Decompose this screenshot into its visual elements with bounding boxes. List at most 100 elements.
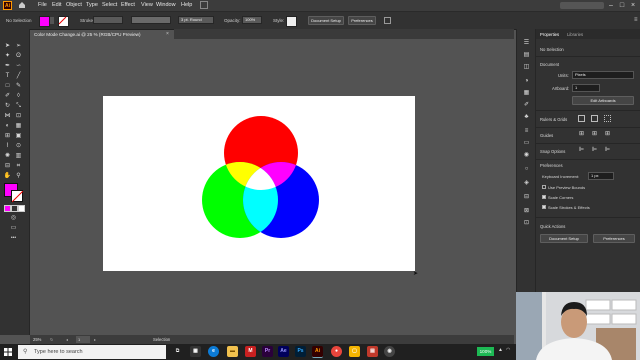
symbols-panel-icon[interactable]: ♣ — [522, 113, 531, 121]
battery-badge[interactable]: 100% — [477, 347, 494, 356]
edit-toolbar-icon[interactable]: ••• — [9, 234, 18, 242]
snap-to-grid-icon[interactable]: ⊫ — [603, 146, 612, 154]
gradient-mode-icon[interactable] — [11, 205, 18, 212]
arrange-documents-icon[interactable] — [384, 17, 391, 24]
symbol-sprayer-tool-icon[interactable]: ✺ — [3, 152, 12, 160]
screen-mode-icon[interactable]: ▭ — [9, 224, 18, 232]
quick-document-setup-button[interactable]: Document Setup — [540, 234, 588, 243]
free-transform-tool-icon[interactable]: ⊡ — [14, 112, 23, 120]
document-tab[interactable]: Color Mode Change.ai @ 25 % (RGB/CPU Pre… — [30, 29, 174, 40]
menu-object[interactable]: Object — [66, 2, 82, 8]
libraries-panel-icon[interactable]: ▤ — [522, 51, 531, 59]
eraser-tool-icon[interactable]: ◊ — [14, 92, 23, 100]
properties-panel-icon[interactable]: ☰ — [522, 39, 531, 47]
windows-start-icon[interactable] — [4, 348, 12, 356]
opacity-field[interactable]: 100% — [242, 16, 262, 24]
chrome-icon[interactable]: ● — [331, 346, 342, 357]
fill-dropdown-icon[interactable] — [50, 17, 54, 24]
magic-wand-icon[interactable]: ✦ — [3, 52, 12, 60]
graphic-styles-panel-icon[interactable]: ◈ — [522, 179, 531, 187]
photoshop-icon[interactable]: Ps — [295, 346, 306, 357]
show-guides-icon[interactable]: ⊞ — [577, 130, 586, 138]
column-graph-tool-icon[interactable]: ▥ — [14, 152, 23, 160]
slice-tool-icon[interactable]: ⌗ — [14, 162, 23, 170]
shape-builder-tool-icon[interactable]: ◐ — [3, 122, 12, 130]
scale-strokes-checkbox[interactable] — [542, 205, 546, 209]
type-tool-icon[interactable]: T — [3, 72, 12, 80]
transparency-panel-icon[interactable]: ◉ — [522, 151, 531, 159]
rulers-icon[interactable] — [578, 115, 585, 122]
lasso-tool-icon[interactable]: ʘ — [14, 52, 23, 60]
file-explorer-icon[interactable]: ▬ — [227, 346, 238, 357]
fill-swatch[interactable] — [39, 16, 50, 27]
mcafee-icon[interactable]: M — [245, 346, 256, 357]
appearance-panel-icon[interactable]: ○ — [522, 165, 531, 173]
obs-icon[interactable]: ◉ — [384, 346, 395, 357]
brush-definition[interactable]: 3 pt. Round — [178, 16, 214, 24]
curvature-tool-icon[interactable]: ∽ — [14, 62, 23, 70]
menu-help[interactable]: Help — [181, 2, 192, 8]
perspective-grid-tool-icon[interactable]: ▦ — [14, 122, 23, 130]
menu-file[interactable]: File — [38, 2, 47, 8]
stroke-panel-icon[interactable]: ≡ — [522, 127, 531, 135]
preferences-button[interactable]: Preferences — [348, 16, 376, 25]
transparency-grid-icon[interactable] — [604, 115, 611, 122]
paintbrush-tool-icon[interactable]: ✎ — [14, 82, 23, 90]
after-effects-icon[interactable]: Ae — [278, 346, 289, 357]
shaper-tool-icon[interactable]: ✐ — [3, 92, 12, 100]
stroke-color-box[interactable] — [11, 190, 23, 202]
stroke-swatch[interactable] — [58, 16, 69, 27]
taskbar-search-box[interactable]: ⚲ Type here to search — [18, 345, 166, 359]
scale-corners-checkbox[interactable] — [542, 195, 546, 199]
close-document-icon[interactable]: × — [166, 31, 169, 37]
scale-tool-icon[interactable]: ⤡ — [14, 102, 23, 110]
premiere-icon[interactable]: Pr — [262, 346, 273, 357]
menu-type[interactable]: Type — [86, 2, 98, 8]
red-app-icon[interactable]: ▤ — [367, 346, 378, 357]
quick-preferences-button[interactable]: Preferences — [593, 234, 635, 243]
lock-guides-icon[interactable]: ⊞ — [590, 130, 599, 138]
tab-libraries[interactable]: Libraries — [567, 32, 583, 37]
snap-to-point-icon[interactable]: ⊫ — [577, 146, 586, 154]
use-preview-bounds-checkbox[interactable] — [542, 185, 546, 189]
style-swatch[interactable] — [286, 16, 297, 27]
direct-selection-tool-icon[interactable]: ➢ — [14, 42, 23, 50]
artboard-dropdown[interactable]: 1 — [572, 84, 600, 92]
sticky-app-icon[interactable]: ▢ — [349, 346, 360, 357]
draw-mode-icon[interactable]: ◎ — [9, 214, 18, 222]
snap-to-pixel-icon[interactable]: ⊫ — [590, 146, 599, 154]
color-mode-icon[interactable] — [4, 205, 11, 212]
keyboard-increment-field[interactable]: 1 px — [588, 172, 614, 180]
stroke-weight-field[interactable] — [93, 16, 123, 24]
maximize-icon[interactable]: □ — [617, 1, 627, 10]
illustrator-logo-icon[interactable]: Ai — [3, 1, 12, 10]
menu-effect[interactable]: Effect — [121, 2, 135, 8]
artboard-navigator[interactable]: 1 — [76, 336, 90, 343]
selection-tool-icon[interactable]: ➤ — [3, 42, 12, 50]
next-artboard-icon[interactable]: ▸ — [94, 337, 96, 342]
close-icon[interactable]: × — [628, 1, 638, 10]
mesh-tool-icon[interactable]: ⊞ — [3, 132, 12, 140]
brushes-panel-icon[interactable]: ✐ — [522, 101, 531, 109]
document-setup-button[interactable]: Document Setup — [308, 16, 344, 25]
edit-artboards-button[interactable]: Edit Artboards — [572, 96, 634, 105]
align-panel-icon[interactable]: ⊟ — [522, 193, 531, 201]
pathfinder-panel-icon[interactable]: ⊠ — [522, 207, 531, 215]
rotate-tool-icon[interactable]: ↻ — [3, 102, 12, 110]
task-view-icon[interactable]: ⧉ — [172, 346, 183, 357]
network-icon[interactable]: ▲ — [498, 347, 503, 353]
grid-icon[interactable] — [591, 115, 598, 122]
tab-properties[interactable]: Properties — [540, 32, 559, 37]
units-dropdown[interactable]: Pixels — [572, 71, 634, 79]
layers-panel-icon[interactable]: ◫ — [522, 63, 531, 71]
menu-select[interactable]: Select — [102, 2, 117, 8]
prev-artboard-icon[interactable]: ◂ — [66, 337, 68, 342]
eyedropper-tool-icon[interactable]: ⌇ — [3, 142, 12, 150]
edge-browser-icon[interactable]: e — [208, 346, 219, 357]
illustrator-taskbar-icon[interactable]: Ai — [312, 346, 323, 358]
zoom-level[interactable]: 25% — [33, 337, 41, 342]
hand-tool-icon[interactable]: ✋ — [3, 172, 12, 180]
none-mode-icon[interactable] — [18, 205, 25, 212]
width-tool-icon[interactable]: ⋈ — [3, 112, 12, 120]
menu-view[interactable]: View — [141, 2, 153, 8]
